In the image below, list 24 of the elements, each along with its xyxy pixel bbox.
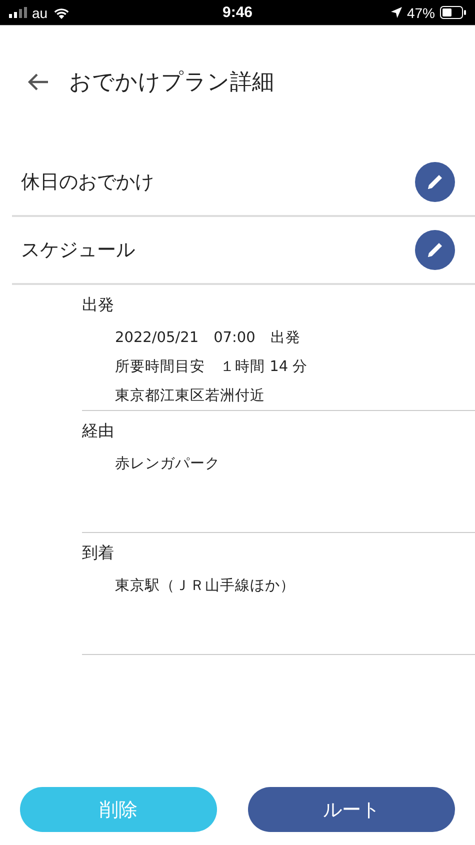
battery-icon	[440, 6, 466, 19]
section-detail: 赤レンガパーク	[114, 455, 221, 474]
section-detail: 2022/05/21 07:00 出発	[114, 329, 302, 348]
action-button[interactable]: ルート	[248, 787, 455, 832]
edit-button[interactable]	[415, 162, 455, 202]
page-title: おでかけプラン詳細	[69, 69, 274, 97]
pencil-icon	[425, 240, 445, 260]
edit-button[interactable]	[415, 230, 455, 270]
location-arrow-icon	[390, 7, 402, 18]
row-label: 休日のおでかけ	[21, 170, 154, 195]
section-heading: 到着	[82, 543, 115, 564]
battery-percent: 47%	[406, 4, 435, 20]
carrier-name: au	[32, 4, 48, 20]
signal-icon	[9, 7, 27, 18]
clock-time: 9:46	[222, 4, 253, 21]
back-arrow-icon[interactable]	[27, 73, 49, 91]
section-heading: 経由	[82, 421, 115, 442]
row-label: スケジュール	[21, 238, 135, 263]
section-detail: 東京駅（ＪＲ山手線ほか）	[114, 576, 296, 596]
section-heading: 出発	[82, 295, 115, 316]
wifi-icon	[52, 6, 70, 18]
section-detail: 東京都江東区若洲付近	[114, 386, 266, 406]
section-detail: 所要時間目安 １時間 14 分	[114, 358, 309, 377]
pencil-icon	[425, 172, 445, 192]
